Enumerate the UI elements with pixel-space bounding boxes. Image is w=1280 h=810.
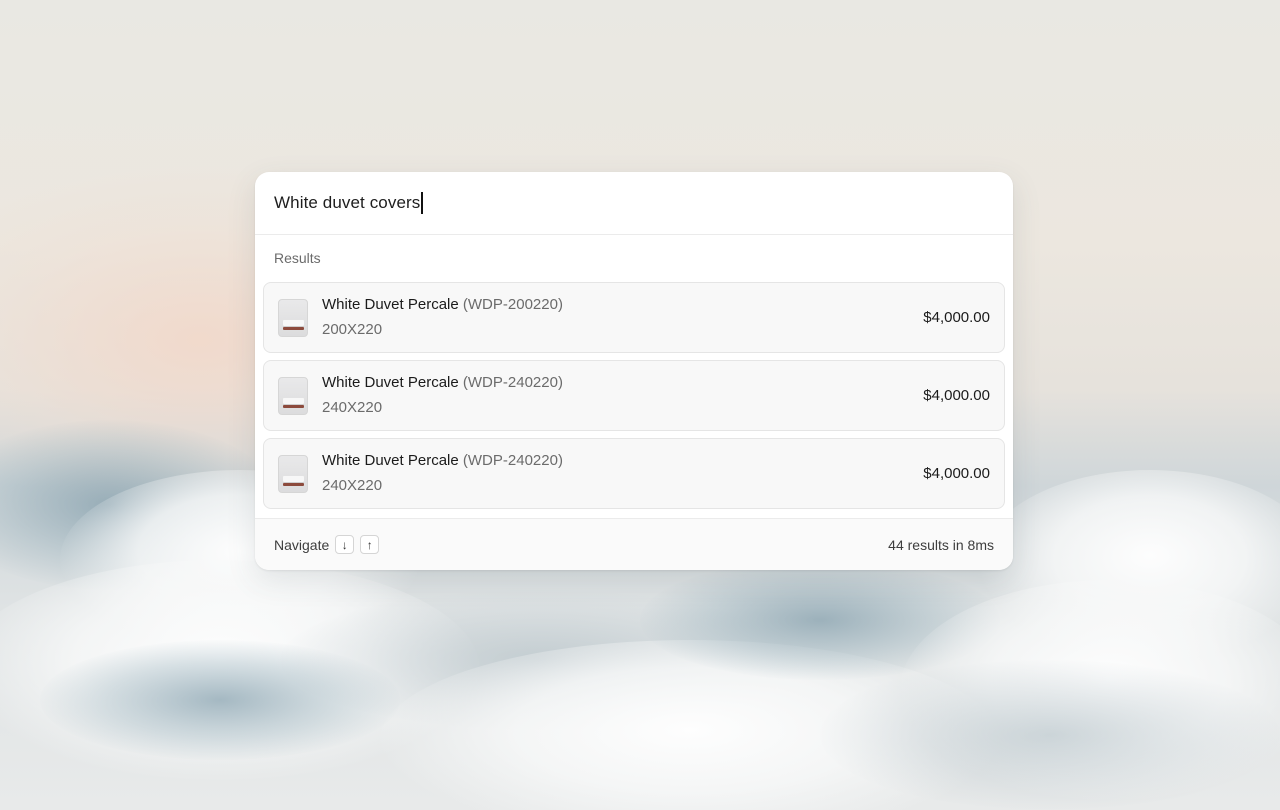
- bed-product-thumbnail-icon: [278, 454, 308, 493]
- search-input[interactable]: White duvet covers: [255, 172, 1013, 235]
- result-name: White Duvet Percale: [322, 452, 459, 469]
- result-info: White Duvet Percale (WDP-240220) 240X220: [322, 451, 923, 496]
- result-item[interactable]: White Duvet Percale (WDP-240220) 240X220…: [263, 360, 1005, 431]
- result-name: White Duvet Percale: [322, 374, 459, 391]
- result-size: 240X220: [322, 477, 383, 494]
- result-item[interactable]: White Duvet Percale (WDP-200220) 200X220…: [263, 282, 1005, 353]
- result-size: 240X220: [322, 399, 383, 416]
- result-info: White Duvet Percale (WDP-200220) 200X220: [322, 295, 923, 340]
- search-query[interactable]: White duvet covers: [274, 193, 420, 213]
- text-caret: [421, 192, 424, 214]
- result-size: 200X220: [322, 321, 383, 338]
- results-heading: Results: [274, 250, 321, 266]
- result-price: $4,000.00: [923, 309, 990, 326]
- result-sku: (WDP-240220): [462, 452, 563, 469]
- result-sku: (WDP-240220): [462, 374, 563, 391]
- result-item[interactable]: White Duvet Percale (WDP-240220) 240X220…: [263, 438, 1005, 509]
- command-palette: White duvet covers Results White Duvet P…: [255, 172, 1013, 570]
- result-price: $4,000.00: [923, 387, 990, 404]
- bed-product-thumbnail-icon: [278, 376, 308, 415]
- arrow-up-icon: ↑: [360, 535, 380, 554]
- navigate-label: Navigate: [274, 536, 330, 553]
- results-stats: 44 results in 8ms: [888, 536, 994, 553]
- bed-product-thumbnail-icon: [278, 298, 308, 337]
- palette-footer: Navigate ↓ ↑ 44 results in 8ms: [255, 518, 1013, 570]
- results-list: White Duvet Percale (WDP-200220) 200X220…: [255, 282, 1013, 509]
- arrow-down-icon: ↓: [335, 535, 355, 554]
- result-info: White Duvet Percale (WDP-240220) 240X220: [322, 373, 923, 418]
- result-price: $4,000.00: [923, 465, 990, 482]
- result-sku: (WDP-200220): [462, 296, 563, 313]
- result-name: White Duvet Percale: [322, 296, 459, 313]
